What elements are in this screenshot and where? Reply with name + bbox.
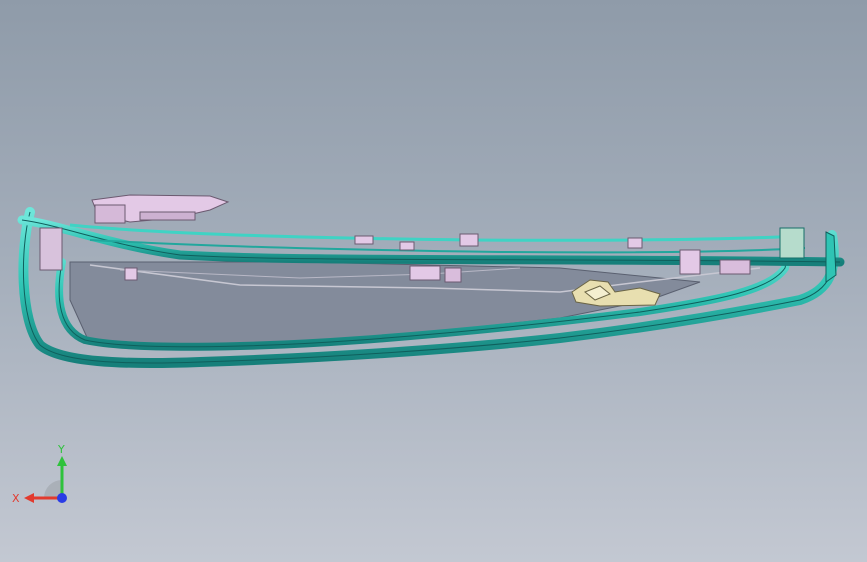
left-end-bracket: [39, 227, 63, 271]
cad-viewport[interactable]: [0, 0, 867, 562]
orientation-triad: Y X: [12, 443, 67, 505]
triad-x-label: X: [12, 492, 20, 505]
triad-z-axis: [57, 493, 67, 503]
regulator-motor-bracket: [91, 194, 230, 224]
triad-y-arrow: [57, 456, 67, 466]
top-thin-rail-1: [69, 223, 801, 242]
right-end-post: [825, 231, 837, 283]
triad-x-arrow: [24, 493, 34, 503]
triad-y-label: Y: [57, 443, 65, 456]
upper-guide-rail: [17, 215, 845, 267]
